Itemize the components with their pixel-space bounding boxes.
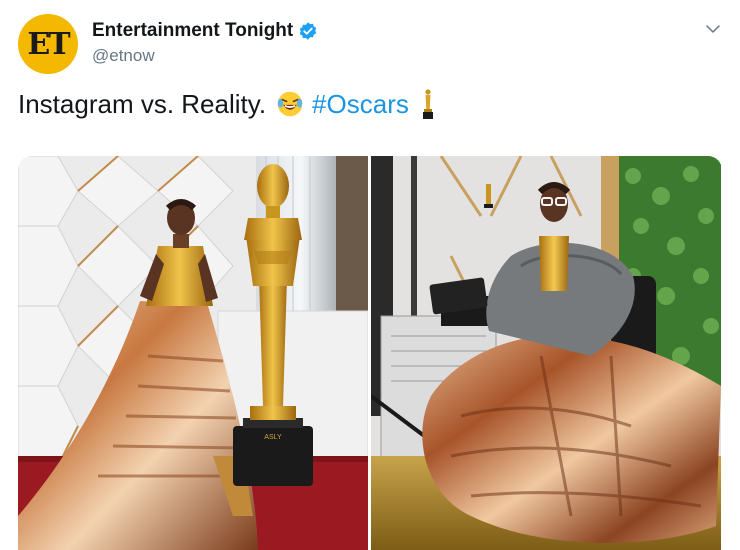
laughing-tears-emoji-icon [277,91,303,117]
oscar-statuette-icon [422,89,433,119]
red-carpet-image: ASLY [18,156,368,550]
tweet-media-grid: ASLY [18,156,722,550]
verified-badge-icon [300,22,317,40]
hashtag-link[interactable]: #Oscars [312,89,409,120]
account-handle[interactable]: @etnow [92,46,155,66]
statue-plaque-text: ASLY [264,434,282,441]
backstage-photo[interactable] [371,156,721,550]
chevron-down-icon[interactable] [704,20,722,38]
red-carpet-photo[interactable]: ASLY [18,156,368,550]
avatar-logo-text: ET [27,26,70,62]
avatar[interactable]: ET [18,14,78,74]
tweet-body-text: Instagram vs. Reality. [18,88,267,119]
display-name[interactable]: Entertainment Tonight [92,20,293,42]
tweet-text: Instagram vs. Reality. #Oscars [18,88,435,120]
backstage-image [371,156,721,550]
account-name-row[interactable]: Entertainment Tonight [92,20,318,42]
tweet-card: ET Entertainment Tonight @etnow Instagra… [0,0,740,550]
